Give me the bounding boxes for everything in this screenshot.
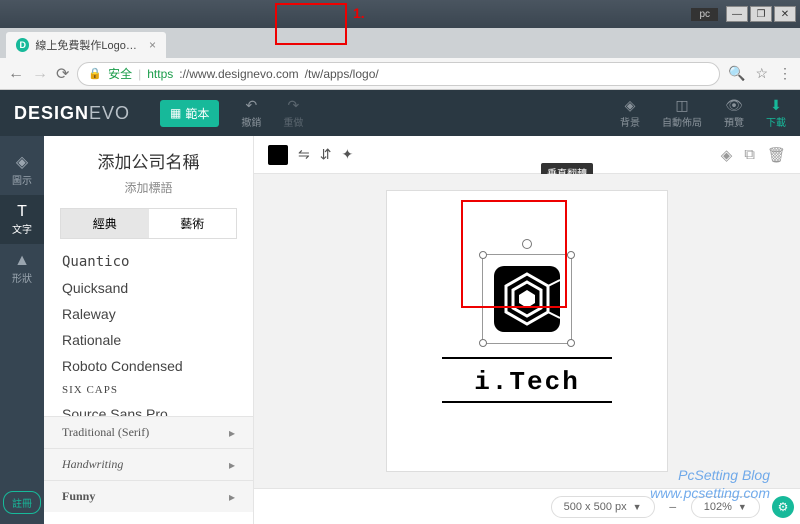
- register-button[interactable]: 註冊: [3, 491, 41, 514]
- font-item[interactable]: Six Caps: [62, 379, 235, 401]
- browser-addressbar: ← → ⟳ 🔒 安全 | https://www.designevo.com/t…: [0, 58, 800, 90]
- font-category-handwriting[interactable]: Handwriting▸: [44, 448, 253, 480]
- window-pc-label: pc: [691, 8, 718, 21]
- redo-icon: ↷: [288, 97, 300, 114]
- text-icon: T: [17, 203, 27, 221]
- window-minimize[interactable]: —: [726, 6, 748, 22]
- tab-classic[interactable]: 經典: [61, 209, 149, 238]
- resize-handle[interactable]: [567, 251, 575, 259]
- window-titlebar: pc — ❐ ✕: [0, 0, 800, 28]
- tab-close-icon[interactable]: ×: [149, 38, 156, 52]
- download-button[interactable]: ⬇下載: [766, 97, 786, 129]
- side-rail: ◈圖示 T文字 ▲形狀 註冊: [0, 136, 44, 524]
- preview-button[interactable]: 👁預覽: [724, 97, 744, 129]
- url-path: /tw/apps/logo/: [305, 67, 379, 81]
- diamond-icon: ◈: [16, 152, 28, 172]
- autolayout-button[interactable]: ◫自動佈局: [662, 97, 702, 129]
- undo-button[interactable]: ↶撤銷: [241, 97, 261, 129]
- flip-vertical-icon[interactable]: ⇵: [320, 146, 332, 163]
- canvas-size-select[interactable]: 500 x 500 px▼: [551, 496, 655, 518]
- autolayout-icon: ◫: [675, 97, 688, 114]
- canvas-area: ⇋ ⇵ ✦ ◈ ⧉ 🗑 垂直翻轉: [254, 136, 800, 524]
- lock-icon: 🔒: [88, 67, 102, 80]
- rail-icon[interactable]: ◈圖示: [0, 144, 44, 195]
- font-item[interactable]: Source Sans Pro: [62, 401, 235, 416]
- url-protocol: https: [147, 67, 173, 81]
- resize-handle[interactable]: [567, 339, 575, 347]
- layer-icon[interactable]: ◈: [721, 146, 733, 164]
- nav-reload-icon[interactable]: ⟳: [56, 64, 69, 84]
- logo-divider[interactable]: [442, 357, 612, 359]
- tab-title: 線上免費製作Logo，定: [35, 37, 143, 53]
- zoom-out-button[interactable]: −: [665, 499, 681, 515]
- download-icon: ⬇: [770, 97, 782, 114]
- search-icon[interactable]: 🔍: [728, 65, 745, 82]
- background-button[interactable]: ◈背景: [620, 97, 640, 129]
- chevron-down-icon: ▼: [738, 502, 747, 512]
- delete-icon[interactable]: 🗑: [767, 146, 786, 164]
- menu-icon[interactable]: ⋮: [778, 65, 792, 82]
- url-field[interactable]: 🔒 安全 | https://www.designevo.com/tw/apps…: [77, 62, 720, 86]
- font-category-serif[interactable]: Traditional (Serif)▸: [44, 416, 253, 448]
- font-item[interactable]: Raleway: [62, 301, 235, 327]
- window-maximize[interactable]: ❐: [750, 6, 772, 22]
- chevron-right-icon: ▸: [229, 426, 235, 440]
- resize-handle[interactable]: [479, 339, 487, 347]
- canvas-bottom-bar: 500 x 500 px▼ − 102%▼ +: [254, 488, 800, 524]
- zoom-select[interactable]: 102%▼: [691, 496, 760, 518]
- copy-icon[interactable]: ⧉: [744, 146, 755, 164]
- effects-icon[interactable]: ✦: [341, 146, 353, 163]
- chevron-right-icon: ▸: [229, 458, 235, 472]
- font-style-tabs: 經典 藝術: [60, 208, 237, 239]
- annotation-label-1: 1.: [353, 5, 365, 21]
- rail-shape[interactable]: ▲形狀: [0, 244, 44, 293]
- secure-label: 安全: [108, 65, 132, 82]
- font-item[interactable]: Rationale: [62, 327, 235, 353]
- color-swatch[interactable]: [268, 145, 288, 165]
- font-list[interactable]: Quantico Quicksand Raleway Rationale Rob…: [44, 249, 253, 416]
- chevron-down-icon: ▼: [633, 502, 642, 512]
- gear-icon: ⚙: [778, 500, 789, 514]
- shape-icon: ▲: [14, 252, 30, 270]
- browser-tab[interactable]: D 線上免費製作Logo，定 ×: [6, 32, 166, 58]
- font-item[interactable]: Quicksand: [62, 275, 235, 301]
- settings-button[interactable]: ⚙: [772, 496, 794, 518]
- favicon-icon: D: [16, 38, 29, 52]
- chevron-right-icon: ▸: [229, 490, 235, 504]
- undo-icon: ↶: [246, 97, 258, 114]
- logo-text[interactable]: i.Tech: [474, 367, 580, 397]
- font-item[interactable]: Quantico: [62, 249, 235, 275]
- star-icon[interactable]: ☆: [755, 65, 768, 82]
- redo-button[interactable]: ↷重做: [283, 97, 303, 129]
- font-item[interactable]: Roboto Condensed: [62, 353, 235, 379]
- template-icon: ▦: [170, 106, 181, 120]
- rail-text[interactable]: T文字: [0, 195, 44, 244]
- url-host: ://www.designevo.com: [179, 67, 298, 81]
- app-header: DESIGNEVO ▦範本 ↶撤銷 ↷重做 ◈背景 ◫自動佈局 👁預覽 ⬇下載: [0, 90, 800, 136]
- flip-horizontal-icon[interactable]: ⇋: [298, 146, 310, 163]
- eye-icon: 👁: [725, 97, 743, 114]
- main-area: ◈圖示 T文字 ▲形狀 註冊 添加公司名稱 添加標語 經典 藝術 Quantic…: [0, 136, 800, 524]
- annotation-highlight-toolbar: [275, 3, 347, 45]
- font-category-funny[interactable]: Funny▸: [44, 480, 253, 512]
- brand-logo[interactable]: DESIGNEVO: [14, 103, 130, 124]
- element-toolbar: ⇋ ⇵ ✦ ◈ ⧉ 🗑: [254, 136, 800, 174]
- add-company-name[interactable]: 添加公司名稱: [44, 148, 253, 173]
- text-panel: 添加公司名稱 添加標語 經典 藝術 Quantico Quicksand Ral…: [44, 136, 254, 524]
- nav-forward-icon[interactable]: →: [32, 65, 48, 83]
- template-button[interactable]: ▦範本: [160, 100, 219, 127]
- nav-back-icon[interactable]: ←: [8, 65, 24, 83]
- add-slogan[interactable]: 添加標語: [44, 179, 253, 196]
- annotation-highlight-logo: [461, 200, 567, 308]
- tab-art[interactable]: 藝術: [149, 209, 237, 238]
- logo-divider[interactable]: [442, 401, 612, 403]
- window-close[interactable]: ✕: [774, 6, 796, 22]
- background-icon: ◈: [625, 97, 636, 114]
- browser-tabstrip: D 線上免費製作Logo，定 ×: [0, 28, 800, 58]
